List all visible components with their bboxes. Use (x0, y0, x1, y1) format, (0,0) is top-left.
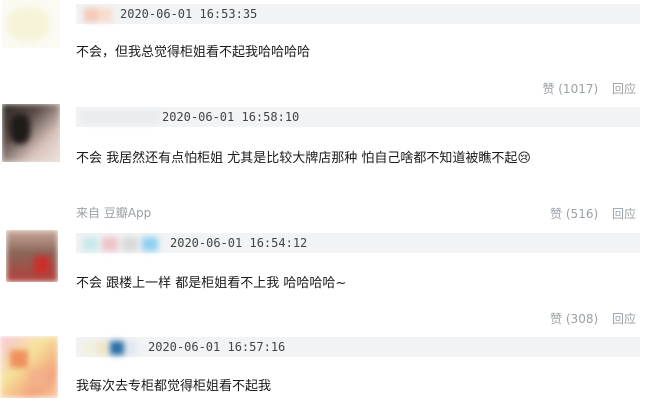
reply-button[interactable]: 回应 (612, 82, 636, 96)
comment-timestamp: 2020-06-01 16:54:12 (170, 236, 308, 250)
comment-text: 不会 跟楼上一样 都是柜姐看不上我 哈哈哈哈~ (76, 276, 347, 291)
comment-meta-bar: 2020-06-01 16:53:35 (76, 4, 640, 24)
comment-item: 2020-06-01 16:57:16 我每次去专柜都觉得柜姐看不起我 (0, 330, 649, 418)
comment-text: 不会 我居然还有点怕柜姐 尤其是比较大牌店那种 怕自己啥都不知道被瞧不起😢 (76, 151, 531, 166)
comment-source: 来自 豆瓣App (76, 206, 152, 220)
comment-text: 我每次去专柜都觉得柜姐看不起我 (76, 379, 272, 394)
comment-timestamp: 2020-06-01 16:57:16 (148, 340, 286, 354)
comment-item: 2020-06-01 16:58:10 不会 我居然还有点怕柜姐 尤其是比较大牌… (0, 100, 649, 230)
comment-meta-bar: 2020-06-01 16:58:10 (76, 107, 640, 127)
avatar[interactable] (6, 230, 58, 282)
comment-timestamp: 2020-06-01 16:58:10 (162, 110, 300, 124)
comment-meta-bar: 2020-06-01 16:54:12 (76, 233, 640, 253)
comment-actions: 赞 (516) 回应 (540, 205, 636, 222)
like-button[interactable]: 赞 (516) (550, 207, 598, 221)
username[interactable] (84, 7, 124, 22)
like-button[interactable]: 赞 (308) (550, 312, 598, 326)
comment-actions: 赞 (308) 回应 (540, 310, 636, 327)
avatar[interactable] (0, 336, 58, 398)
username[interactable] (80, 110, 160, 124)
username[interactable] (82, 340, 148, 355)
comment-item: 2020-06-01 16:53:35 不会，但我总觉得柜姐看不起我哈哈哈哈 赞… (0, 0, 649, 100)
like-button[interactable]: 赞 (1017) (542, 82, 598, 96)
comment-item: 2020-06-01 16:54:12 不会 跟楼上一样 都是柜姐看不上我 哈哈… (0, 230, 649, 330)
reply-button[interactable]: 回应 (612, 312, 636, 326)
avatar[interactable] (2, 0, 60, 48)
comment-feed: 2020-06-01 16:53:35 不会，但我总觉得柜姐看不起我哈哈哈哈 赞… (0, 0, 649, 418)
avatar[interactable] (2, 104, 60, 162)
comment-meta-bar: 2020-06-01 16:57:16 (76, 337, 640, 357)
comment-actions: 赞 (1017) 回应 (532, 80, 636, 97)
comment-timestamp: 2020-06-01 16:53:35 (120, 7, 258, 21)
username[interactable] (82, 236, 168, 251)
comment-text: 不会，但我总觉得柜姐看不起我哈哈哈哈 (76, 45, 311, 60)
reply-button[interactable]: 回应 (612, 207, 636, 221)
